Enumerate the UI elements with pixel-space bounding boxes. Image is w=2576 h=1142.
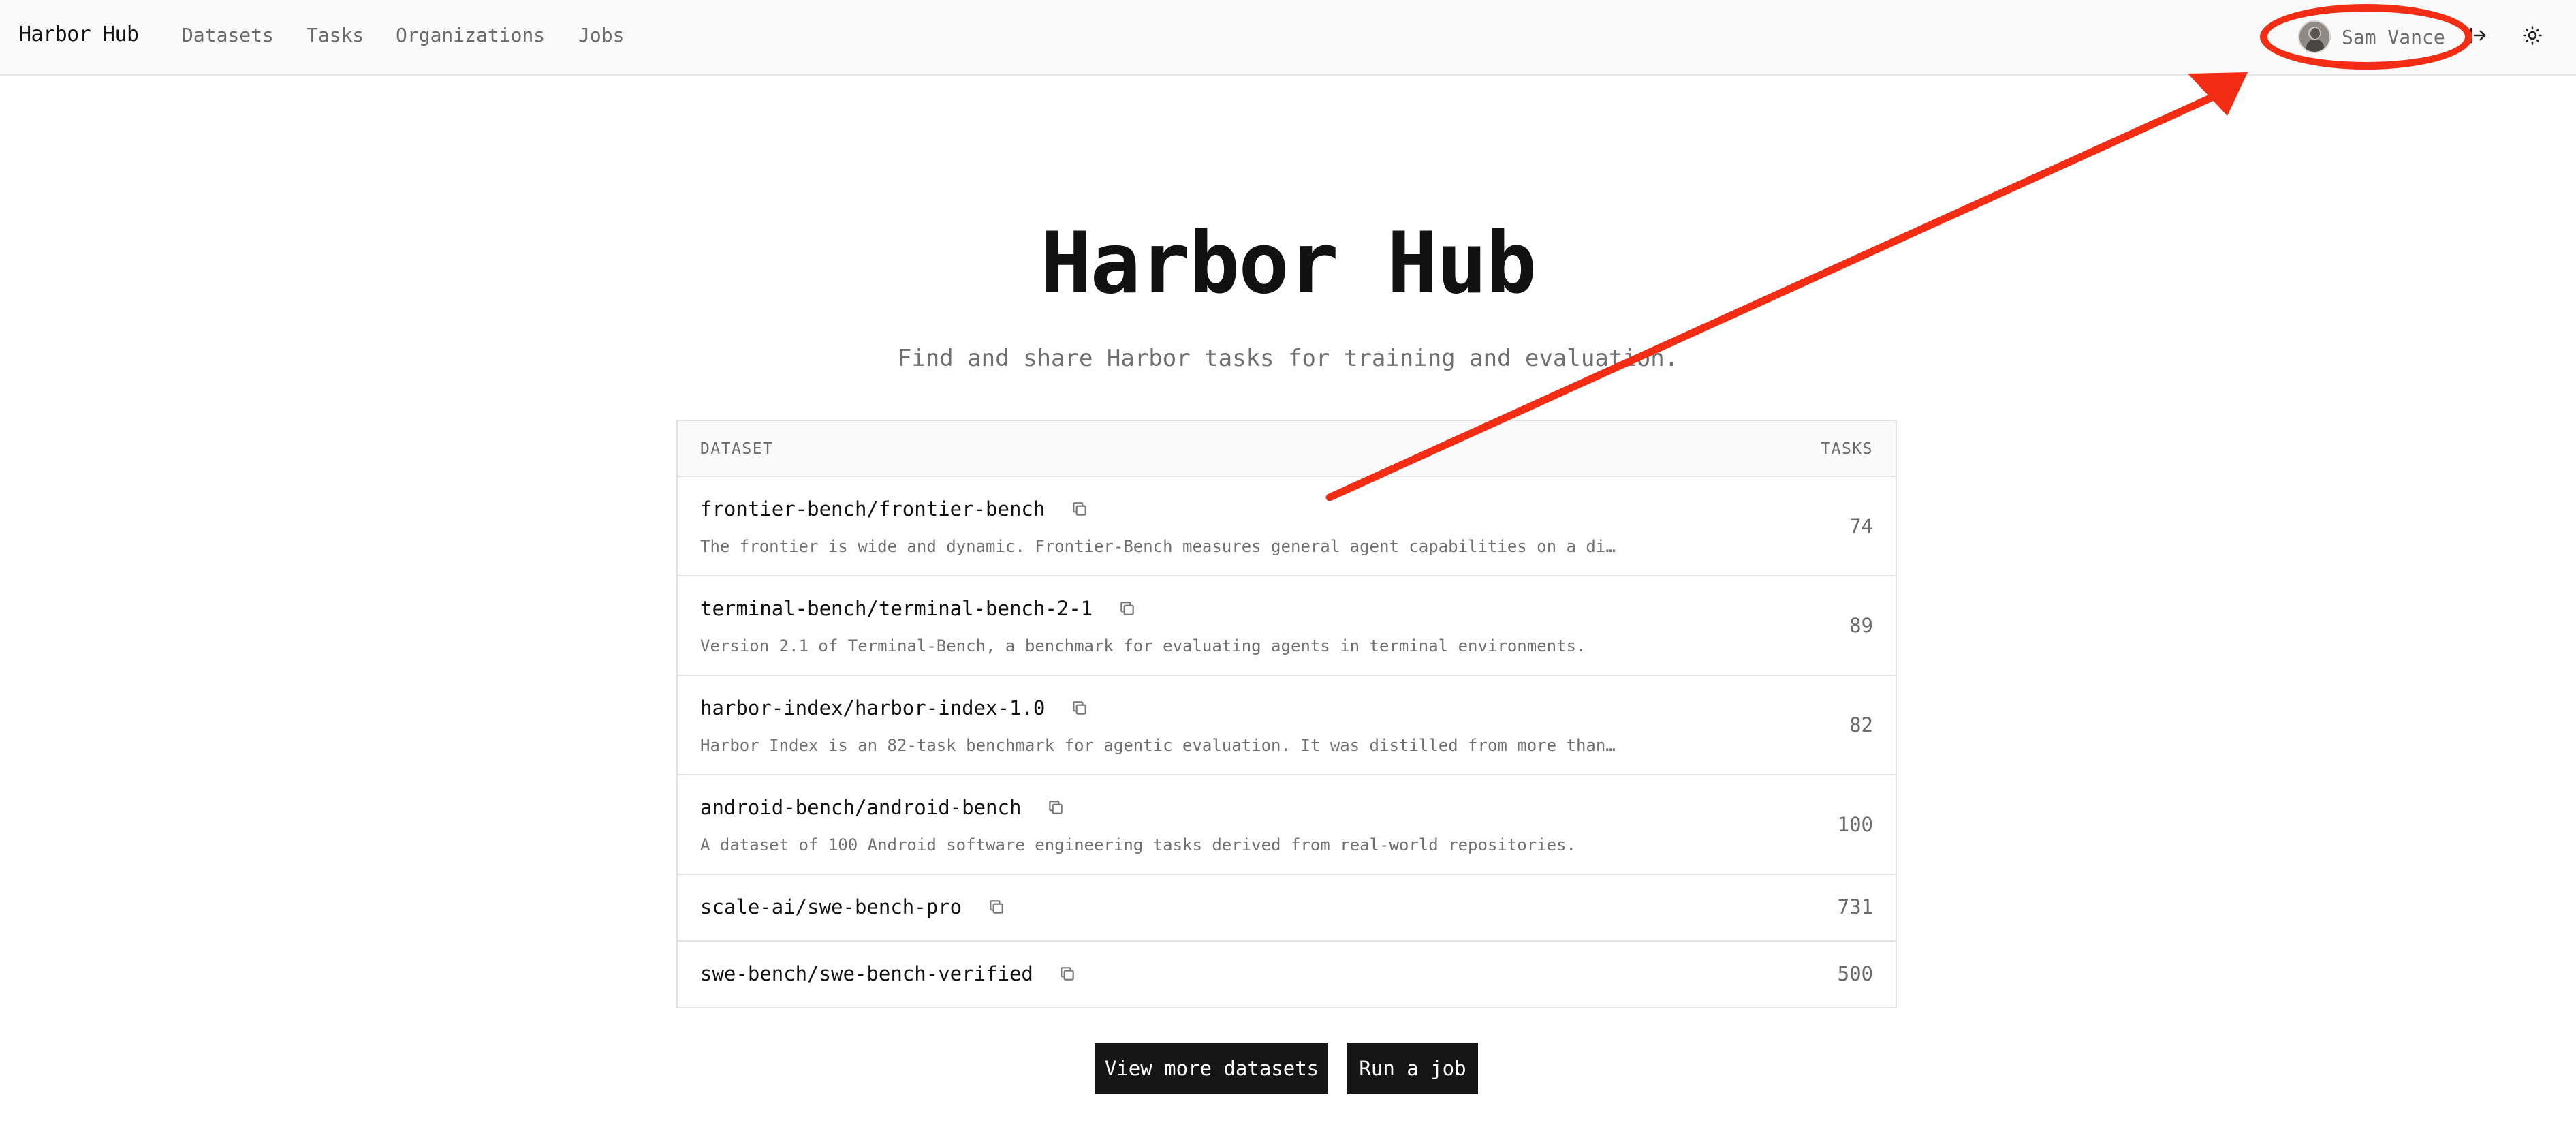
dataset-name[interactable]: android-bench/android-bench [700,796,1021,819]
table-header: DATASET TASKS [678,421,1896,477]
copy-icon[interactable] [1071,699,1088,717]
copy-icon[interactable] [1118,600,1136,617]
copy-icon[interactable] [1058,965,1076,983]
dataset-name[interactable]: frontier-bench/frontier-bench [700,497,1045,521]
column-header-dataset: DATASET [700,440,774,458]
nav-link-tasks[interactable]: Tasks [307,24,364,46]
nav-link-jobs[interactable]: Jobs [578,24,624,46]
task-count: 74 [1849,514,1873,538]
dataset-description: Harbor Index is an 82-task benchmark for… [700,736,1616,755]
table-row[interactable]: android-bench/android-bench A dataset of… [678,775,1896,875]
column-header-tasks: TASKS [1821,440,1873,458]
task-count: 731 [1837,895,1873,919]
annotation-ellipse [2260,4,2472,70]
task-count: 82 [1849,713,1873,737]
dataset-name[interactable]: scale-ai/swe-bench-pro [700,895,962,919]
dataset-table: DATASET TASKS frontier-bench/frontier-be… [676,420,1897,1008]
run-job-button[interactable]: Run a job [1347,1043,1478,1094]
brand-link[interactable]: Harbor Hub [19,22,139,46]
dataset-name[interactable]: swe-bench/swe-bench-verified [700,962,1033,985]
dataset-description: A dataset of 100 Android software engine… [700,835,1576,854]
table-row[interactable]: frontier-bench/frontier-bench The fronti… [678,477,1896,576]
copy-icon[interactable] [1047,799,1065,816]
copy-icon[interactable] [1071,500,1088,518]
copy-icon[interactable] [988,898,1005,916]
table-row[interactable]: scale-ai/swe-bench-pro 731 [678,875,1896,942]
top-navbar: Harbor Hub Datasets Tasks Organizations … [0,0,2576,76]
task-count: 89 [1849,614,1873,637]
page-title: Harbor Hub [1040,215,1537,313]
view-more-datasets-button[interactable]: View more datasets [1095,1043,1328,1094]
nav-link-organizations[interactable]: Organizations [396,24,545,46]
dataset-name[interactable]: terminal-bench/terminal-bench-2-1 [700,597,1093,620]
dataset-name[interactable]: harbor-index/harbor-index-1.0 [700,696,1045,720]
task-count: 500 [1837,962,1873,985]
task-count: 100 [1837,813,1873,836]
dataset-description: Version 2.1 of Terminal-Bench, a benchma… [700,636,1586,655]
nav-link-datasets[interactable]: Datasets [182,24,274,46]
table-row[interactable]: swe-bench/swe-bench-verified 500 [678,942,1896,1008]
sun-icon[interactable] [2520,23,2545,48]
dataset-description: The frontier is wide and dynamic. Fronti… [700,537,1616,556]
page-subtitle: Find and share Harbor tasks for training… [897,345,1679,372]
table-row[interactable]: harbor-index/harbor-index-1.0 Harbor Ind… [678,676,1896,775]
table-row[interactable]: terminal-bench/terminal-bench-2-1 Versio… [678,576,1896,676]
